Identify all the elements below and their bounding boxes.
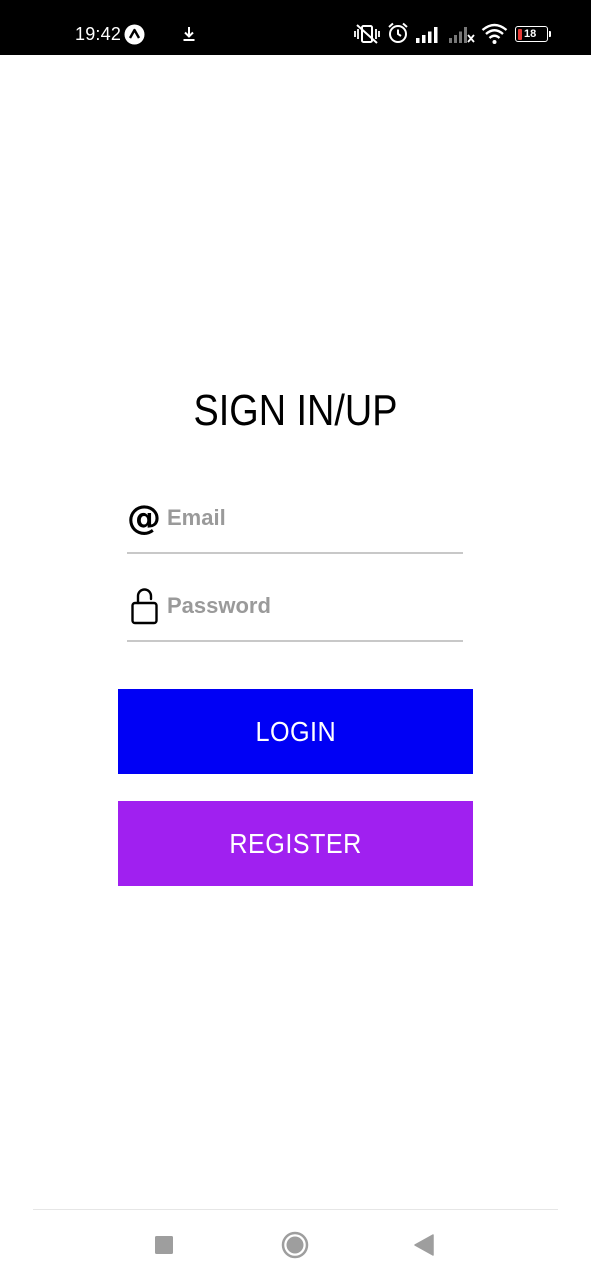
battery-fill [518,29,522,40]
wifi-icon [481,23,508,44]
vibrate-off-icon [354,24,380,44]
recents-button[interactable] [144,1226,184,1266]
login-button-label: LOGIN [255,715,336,747]
battery-level: 18 [524,28,537,40]
lock-icon [131,588,158,625]
download-icon [183,27,195,41]
back-button[interactable] [404,1226,444,1266]
password-field[interactable] [127,580,463,642]
alarm-icon [388,22,408,43]
status-time: 19:42 [75,24,122,44]
login-button[interactable]: LOGIN [118,689,473,774]
password-input[interactable] [167,590,457,622]
signal-icon [416,27,438,43]
back-triangle-icon [414,1234,434,1256]
battery-tip [549,31,551,37]
email-input[interactable] [167,502,457,534]
page-title: SIGN IN/UP [193,386,398,435]
square-icon [155,1236,173,1254]
home-button[interactable] [275,1226,315,1266]
email-field[interactable]: @ [127,492,463,554]
signal-no-service-icon [449,27,475,43]
app-a-icon [124,24,145,45]
register-button[interactable]: REGISTER [118,801,473,886]
register-button-label: REGISTER [229,827,362,859]
nav-divider [33,1209,558,1210]
battery-icon: 18 [515,26,551,42]
at-sign-icon: @ [127,498,161,538]
status-bar: 19:42 18 [0,0,591,55]
circle-icon [281,1231,309,1259]
